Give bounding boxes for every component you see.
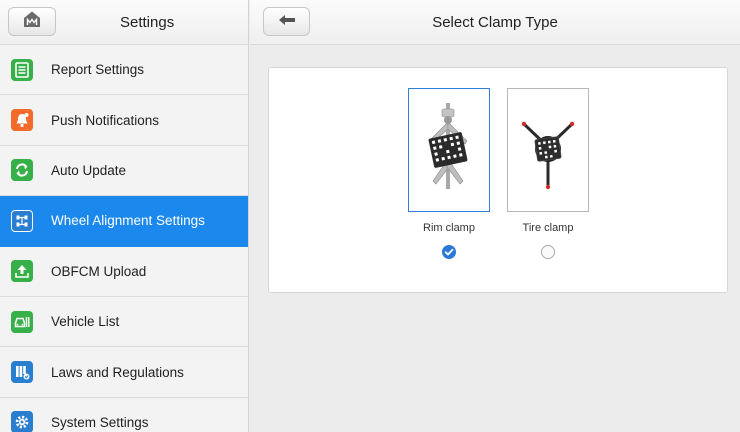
tire-clamp-label: Tire clamp — [522, 222, 574, 234]
sidebar-item-label: Laws and Regulations — [51, 364, 184, 380]
settings-sidebar: Settings Report Settings Push Notificati… — [0, 0, 249, 432]
sidebar-item-label: Wheel Alignment Settings — [51, 213, 205, 229]
sidebar-item-system-settings[interactable]: System Settings — [0, 397, 248, 432]
home-icon — [22, 10, 42, 33]
laws-icon — [11, 361, 33, 384]
vehicle-list-icon — [11, 310, 33, 333]
sidebar-item-label: Auto Update — [51, 162, 127, 178]
bell-icon — [11, 109, 33, 132]
sidebar-item-label: OBFCM Upload — [51, 263, 147, 279]
sidebar-item-label: Vehicle List — [51, 314, 120, 330]
sidebar-item-wheel-alignment-settings[interactable]: Wheel Alignment Settings — [0, 196, 248, 247]
sidebar-item-vehicle-list[interactable]: Vehicle List — [0, 296, 248, 348]
gear-icon — [11, 411, 33, 432]
report-icon — [11, 58, 33, 81]
rim-clamp-label: Rim clamp — [423, 222, 475, 234]
tire-clamp-image — [521, 121, 575, 190]
wheel-alignment-icon — [11, 209, 33, 232]
sidebar-item-laws-and-regulations[interactable]: Laws and Regulations — [0, 347, 248, 398]
page-title: Select Clamp Type — [432, 14, 558, 31]
refresh-icon — [11, 159, 33, 182]
sidebar-item-push-notifications[interactable]: Push Notifications — [0, 95, 248, 146]
tire-clamp-radio[interactable] — [541, 245, 555, 259]
tire-clamp-option[interactable] — [507, 88, 589, 212]
main-header: Select Clamp Type — [250, 0, 740, 45]
sidebar-item-auto-update[interactable]: Auto Update — [0, 145, 248, 197]
back-button[interactable] — [263, 7, 310, 36]
check-icon — [444, 248, 454, 256]
back-arrow-icon — [278, 13, 296, 31]
sidebar-item-label: System Settings — [51, 414, 149, 430]
sidebar-item-report-settings[interactable]: Report Settings — [0, 45, 248, 96]
home-button[interactable] — [8, 7, 56, 36]
sidebar-header: Settings — [0, 0, 248, 45]
sidebar-title: Settings — [120, 14, 175, 31]
sidebar-item-label: Report Settings — [51, 62, 145, 78]
rim-clamp-image — [428, 103, 468, 189]
clamp-type-card: Rim clamp Tire clamp — [268, 67, 728, 293]
upload-icon — [11, 260, 33, 283]
sidebar-item-label: Push Notifications — [51, 112, 160, 128]
sidebar-item-obfcm-upload[interactable]: OBFCM Upload — [0, 246, 248, 297]
rim-clamp-radio[interactable] — [442, 245, 456, 259]
rim-clamp-option[interactable] — [408, 88, 490, 212]
